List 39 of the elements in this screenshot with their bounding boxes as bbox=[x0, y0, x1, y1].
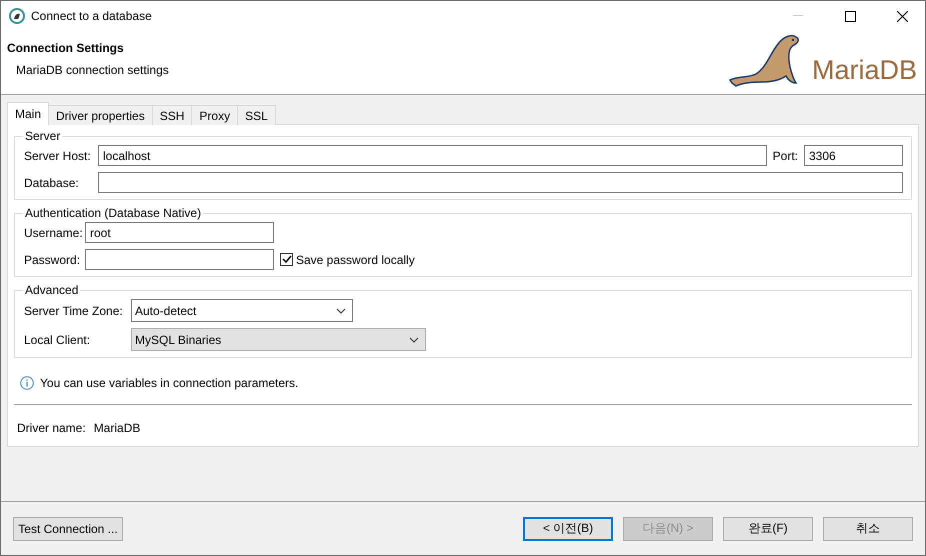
database-field[interactable] bbox=[98, 172, 903, 193]
group-legend: Advanced bbox=[23, 283, 80, 297]
tab[interactable]: SSH bbox=[152, 105, 192, 125]
username-field[interactable]: root bbox=[85, 222, 274, 243]
chevron-down-icon bbox=[336, 308, 346, 314]
logo-text: MariaDB bbox=[812, 57, 917, 84]
port-field[interactable]: 3306 bbox=[804, 145, 903, 166]
tab[interactable]: SSL bbox=[237, 105, 276, 125]
group-legend: Authentication (Database Native) bbox=[23, 206, 204, 220]
tab[interactable]: Proxy bbox=[191, 105, 238, 125]
chevron-down-icon bbox=[409, 336, 419, 342]
field-label: Password: bbox=[24, 252, 79, 266]
server-host-field[interactable]: localhost bbox=[98, 145, 767, 166]
driver-name: MariaDB bbox=[94, 421, 140, 435]
header-subtitle: MariaDB connection settings bbox=[15, 63, 170, 77]
window-title: Connect to a database bbox=[31, 9, 153, 23]
dropdown[interactable]: Auto-detect bbox=[131, 299, 353, 322]
group-legend: Server bbox=[23, 129, 62, 143]
field-label: Server Time Zone: bbox=[24, 304, 124, 318]
checkbox-label: Save password locally bbox=[296, 252, 415, 266]
maximize-icon[interactable] bbox=[844, 10, 856, 22]
tab[interactable]: Driver properties bbox=[48, 105, 153, 125]
field-label: Local Client: bbox=[24, 332, 92, 346]
info-text: You can use variables in connection parameters. bbox=[40, 376, 298, 390]
dialog-button[interactable]: 취소 bbox=[823, 516, 913, 540]
tab[interactable]: Main bbox=[7, 102, 50, 125]
field-label: Server Host: bbox=[24, 148, 92, 162]
password-field[interactable] bbox=[85, 249, 274, 270]
close-icon[interactable] bbox=[896, 10, 908, 22]
driver-label: Driver name: bbox=[17, 421, 86, 435]
header-title: Connection Settings bbox=[7, 41, 125, 55]
app-icon bbox=[9, 8, 25, 24]
save-password-checkbox[interactable] bbox=[280, 253, 293, 266]
field-label: Port: bbox=[772, 148, 798, 162]
info-icon bbox=[20, 376, 34, 390]
dialog-button[interactable]: 완료(F) bbox=[723, 516, 813, 540]
field-label: Database: bbox=[24, 176, 80, 190]
dialog-button[interactable]: Test Connection ... bbox=[13, 516, 123, 540]
dialog-button[interactable]: < 이전(B) bbox=[523, 516, 613, 540]
